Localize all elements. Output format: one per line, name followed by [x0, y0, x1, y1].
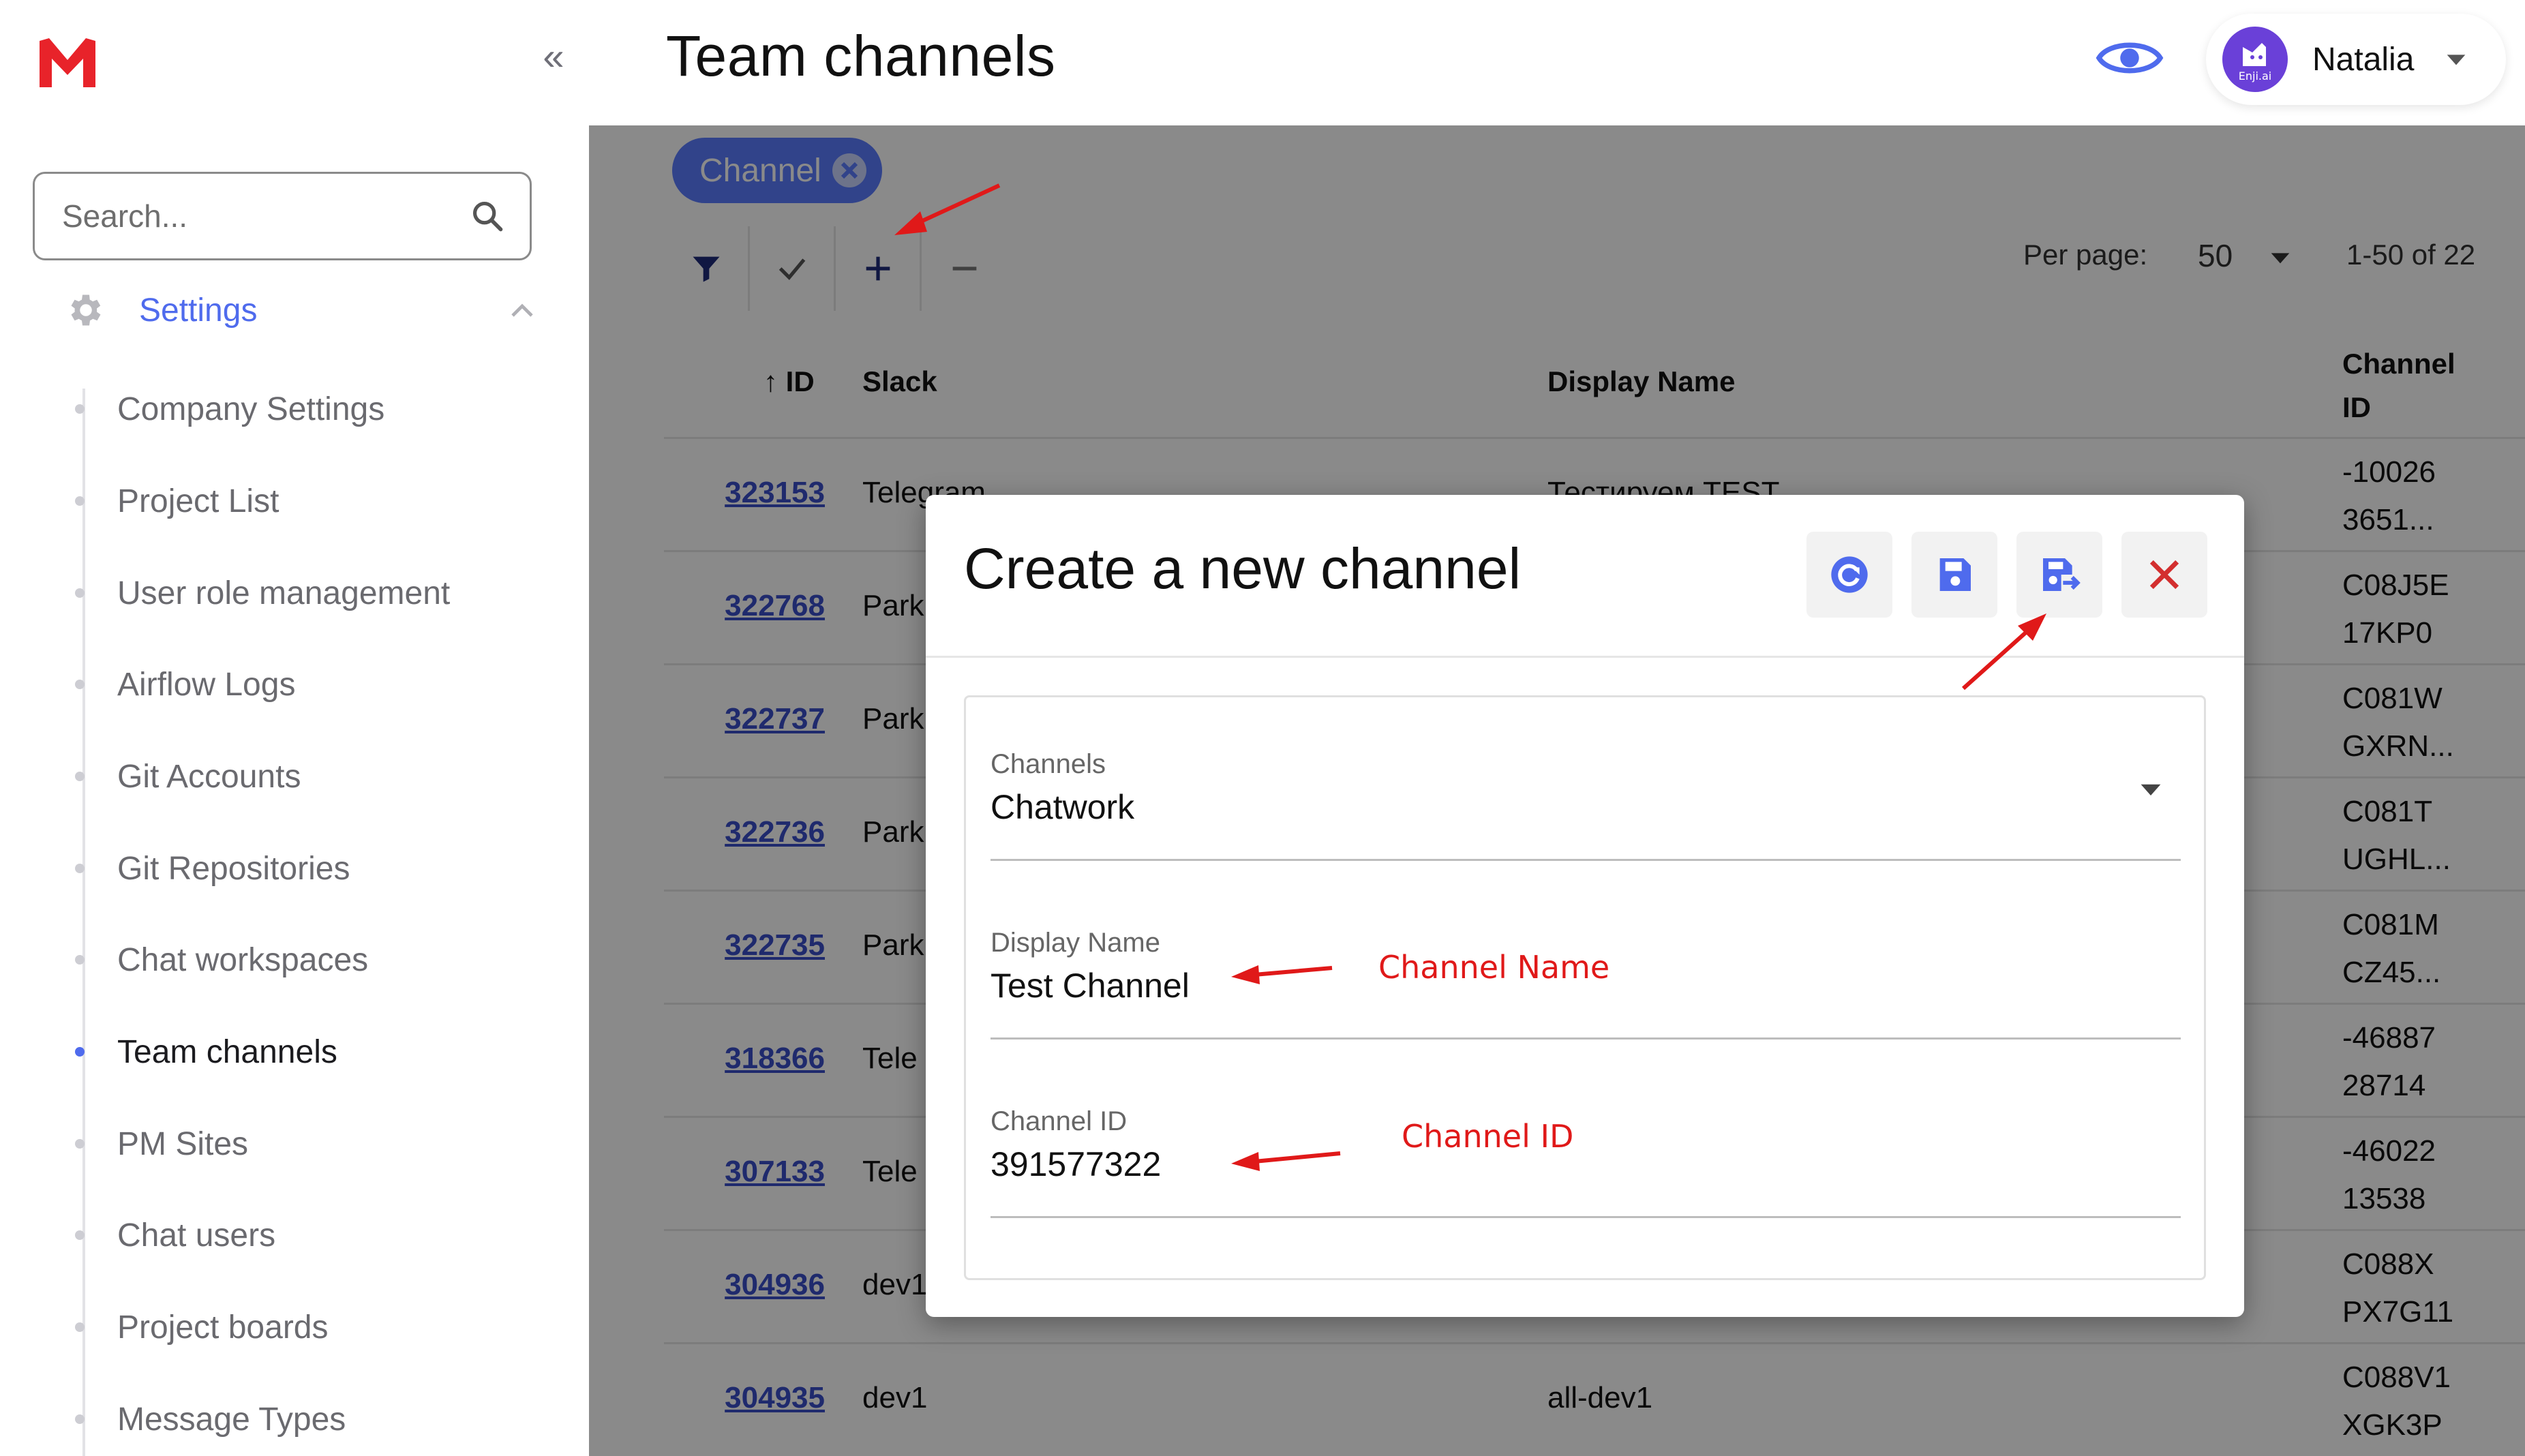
sidebar-item-label: Team channels: [117, 1033, 337, 1070]
nav-bullet-active: [75, 1047, 85, 1057]
sidebar-item-label: Chat users: [117, 1217, 276, 1254]
page-title: Team channels: [666, 24, 1056, 88]
sidebar-item-git-accounts[interactable]: Git Accounts: [75, 749, 552, 804]
dialog-divider: [926, 656, 2244, 658]
caret-down-icon: [2141, 784, 2161, 795]
close-button[interactable]: [2121, 532, 2207, 618]
sidebar-item-git-repositories[interactable]: Git Repositories: [75, 841, 552, 896]
channel-id-value[interactable]: 391577322: [991, 1144, 1161, 1184]
annotation-channel-id: Channel ID: [1402, 1118, 1574, 1155]
sidebar-item-pm-sites[interactable]: PM Sites: [75, 1117, 552, 1171]
annotation-channel-name: Channel Name: [1378, 949, 1610, 986]
sidebar: « Settings Company Settings Project List…: [0, 0, 589, 1456]
create-channel-dialog: Create a new channel Channels Chatwork D…: [926, 495, 2244, 1317]
nav-bullet: [75, 496, 85, 506]
channel-form: Channels Chatwork Display Name Test Chan…: [964, 695, 2206, 1280]
sidebar-item-user-role-management[interactable]: User role management: [75, 566, 552, 620]
search-input[interactable]: [62, 198, 470, 234]
close-icon: [2149, 560, 2179, 590]
nav-bullet: [75, 404, 85, 414]
channel-id-label: Channel ID: [991, 1106, 1128, 1136]
channels-value: Chatwork: [991, 788, 1135, 826]
nav-bullet: [75, 955, 85, 965]
top-bar: Team channels Enji.ai Natalia: [589, 0, 2525, 125]
sidebar-item-label: Company Settings: [117, 391, 385, 427]
avatar-text: Enji.ai: [2238, 70, 2272, 82]
sidebar-item-label: Git Accounts: [117, 758, 301, 795]
sidebar-item-project-list[interactable]: Project List: [75, 474, 552, 528]
gear-icon: [71, 294, 101, 326]
save-icon: [1939, 558, 1971, 591]
avatar: Enji.ai: [2222, 27, 2288, 92]
sidebar-item-company-settings[interactable]: Company Settings: [75, 382, 552, 436]
nav-bullet: [75, 1139, 85, 1149]
search-icon[interactable]: [470, 197, 505, 235]
chevron-up-icon: [511, 303, 533, 317]
nav-bullet: [75, 1414, 85, 1424]
sidebar-item-label: Project List: [117, 483, 279, 519]
caret-down-icon: [2447, 55, 2466, 65]
search-box[interactable]: [33, 172, 532, 260]
sidebar-item-message-types[interactable]: Message Types: [75, 1392, 552, 1446]
dialog-title: Create a new channel: [964, 536, 1522, 601]
settings-label: Settings: [139, 292, 258, 329]
sidebar-item-chat-workspaces[interactable]: Chat workspaces: [75, 932, 552, 987]
display-name-value[interactable]: Test Channel: [991, 966, 1190, 1005]
sidebar-item-label: Message Types: [117, 1401, 346, 1438]
nav-bullet: [75, 1322, 85, 1332]
channels-select[interactable]: Channels Chatwork: [991, 697, 2181, 861]
sidebar-item-label: Airflow Logs: [117, 666, 296, 703]
reset-button[interactable]: [1806, 532, 1892, 618]
sidebar-item-label: User role management: [117, 575, 451, 611]
sidebar-item-project-boards[interactable]: Project boards: [75, 1300, 552, 1354]
save-and-close-button[interactable]: [2016, 532, 2102, 618]
display-name-label: Display Name: [991, 928, 1160, 958]
eye-icon[interactable]: [2096, 34, 2164, 82]
app-logo[interactable]: [37, 35, 98, 90]
collapse-sidebar-button[interactable]: «: [536, 35, 571, 78]
sidebar-item-chat-users[interactable]: Chat users: [75, 1208, 552, 1262]
channels-label: Channels: [991, 749, 1106, 779]
nav-bullet: [75, 588, 85, 598]
save-and-exit-icon: [2043, 558, 2081, 591]
nav-bullet: [75, 772, 85, 781]
user-name: Natalia: [2312, 41, 2415, 78]
nav-bullet: [75, 680, 85, 689]
dialog-actions: [1806, 532, 2207, 618]
sidebar-item-airflow-logs[interactable]: Airflow Logs: [75, 657, 552, 712]
sidebar-item-label: Git Repositories: [117, 850, 350, 887]
nav-tree-line: [82, 389, 85, 1456]
refresh-icon: [1831, 556, 1868, 593]
nav-bullet: [75, 864, 85, 873]
sidebar-item-label: PM Sites: [117, 1125, 249, 1162]
channel-id-field[interactable]: Channel ID 391577322: [991, 1055, 2181, 1218]
nav-bullet: [75, 1230, 85, 1240]
sidebar-item-label: Chat workspaces: [117, 941, 369, 978]
settings-section-toggle[interactable]: Settings: [65, 285, 536, 335]
save-button[interactable]: [1911, 532, 1997, 618]
user-menu[interactable]: Enji.ai Natalia: [2206, 14, 2506, 105]
sidebar-item-team-channels[interactable]: Team channels: [75, 1025, 552, 1079]
sidebar-item-label: Project boards: [117, 1309, 329, 1346]
